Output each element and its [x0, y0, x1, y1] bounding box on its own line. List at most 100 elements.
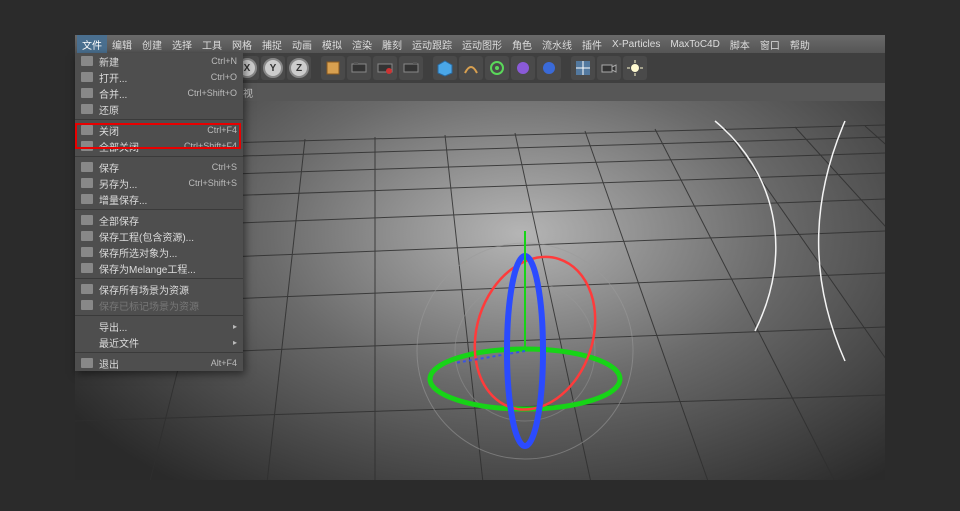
- menu-item-9[interactable]: 渲染: [347, 35, 377, 53]
- file-menu-item-10[interactable]: 增量保存...: [75, 191, 243, 207]
- menu-item-label: 保存所有场景为资源: [99, 282, 237, 297]
- menu-item-label: 最近文件: [99, 335, 229, 350]
- file-menu-item-6[interactable]: 全部关闭Ctrl+Shift+F4: [75, 138, 243, 154]
- menu-item-label: 保存为Melange工程...: [99, 261, 237, 276]
- menu-item-icon: [79, 102, 95, 116]
- file-menu-item-15[interactable]: 保存为Melange工程...: [75, 260, 243, 276]
- menu-item-5[interactable]: 网格: [227, 35, 257, 53]
- menu-item-icon: [79, 213, 95, 227]
- menu-item-shortcut: Ctrl+O: [211, 72, 237, 82]
- file-menu-item-14[interactable]: 保存所选对象为...: [75, 244, 243, 260]
- file-menu-item-20[interactable]: 导出...▸: [75, 318, 243, 334]
- menu-item-icon: [79, 335, 95, 349]
- camera-icon[interactable]: [597, 56, 621, 80]
- menu-item-icon: [79, 229, 95, 243]
- submenu-arrow-icon: ▸: [233, 338, 237, 347]
- menu-separator: [75, 119, 243, 120]
- menu-item-20[interactable]: 帮助: [785, 35, 815, 53]
- xyz-y-button[interactable]: Y: [261, 56, 285, 80]
- menu-item-label: 关闭: [99, 123, 207, 138]
- menu-item-label: 保存工程(包含资源)...: [99, 229, 237, 244]
- generator-icon[interactable]: [485, 56, 509, 80]
- menu-item-4[interactable]: 工具: [197, 35, 227, 53]
- menu-item-8[interactable]: 模拟: [317, 35, 347, 53]
- menu-bar: 文件编辑创建选择工具网格捕捉动画模拟渲染雕刻运动跟踪运动图形角色流水线插件X-P…: [75, 35, 885, 53]
- file-menu-item-23[interactable]: 退出Alt+F4: [75, 355, 243, 371]
- menu-item-icon: [79, 54, 95, 68]
- file-menu-item-2[interactable]: 合并...Ctrl+Shift+O: [75, 85, 243, 101]
- menu-item-icon: [79, 261, 95, 275]
- file-menu-item-1[interactable]: 打开...Ctrl+O: [75, 69, 243, 85]
- menu-item-19[interactable]: 窗口: [755, 35, 785, 53]
- menu-item-17[interactable]: MaxToC4D: [665, 35, 724, 53]
- menu-item-3[interactable]: 选择: [167, 35, 197, 53]
- menu-item-14[interactable]: 流水线: [537, 35, 577, 53]
- menu-item-icon: [79, 139, 95, 153]
- menu-item-13[interactable]: 角色: [507, 35, 537, 53]
- menu-item-label: 另存为...: [99, 176, 188, 191]
- floor-icon[interactable]: [571, 56, 595, 80]
- xyz-z-button[interactable]: Z: [287, 56, 311, 80]
- file-menu-item-5[interactable]: 关闭Ctrl+F4: [75, 122, 243, 138]
- menu-item-shortcut: Ctrl+Shift+F4: [184, 141, 237, 151]
- file-menu-dropdown: 新建Ctrl+N打开...Ctrl+O合并...Ctrl+Shift+O还原关闭…: [75, 53, 243, 371]
- cube-icon[interactable]: [321, 56, 345, 80]
- render-settings-icon[interactable]: [399, 56, 423, 80]
- primitive-cube-icon[interactable]: [433, 56, 457, 80]
- menu-item-2[interactable]: 创建: [137, 35, 167, 53]
- menu-item-icon: [79, 160, 95, 174]
- menu-item-shortcut: Alt+F4: [211, 358, 237, 368]
- menu-item-label: 保存所选对象为...: [99, 245, 237, 260]
- file-menu-item-0[interactable]: 新建Ctrl+N: [75, 53, 243, 69]
- render-icon[interactable]: [347, 56, 371, 80]
- menu-item-label: 保存: [99, 160, 212, 175]
- app-window: 文件编辑创建选择工具网格捕捉动画模拟渲染雕刻运动跟踪运动图形角色流水线插件X-P…: [75, 35, 885, 480]
- menu-item-7[interactable]: 动画: [287, 35, 317, 53]
- menu-separator: [75, 278, 243, 279]
- menu-item-label: 保存已标记场景为资源: [99, 298, 237, 313]
- file-menu-item-3[interactable]: 还原: [75, 101, 243, 117]
- spline-pen-icon[interactable]: [459, 56, 483, 80]
- file-menu-item-17[interactable]: 保存所有场景为资源: [75, 281, 243, 297]
- menu-item-18[interactable]: 脚本: [725, 35, 755, 53]
- menu-item-shortcut: Ctrl+Shift+S: [188, 178, 237, 188]
- render-region-icon[interactable]: [373, 56, 397, 80]
- menu-item-12[interactable]: 运动图形: [457, 35, 507, 53]
- menu-item-label: 全部关闭: [99, 139, 184, 154]
- light-icon[interactable]: [623, 56, 647, 80]
- menu-item-icon: [79, 298, 95, 312]
- file-menu-item-8[interactable]: 保存Ctrl+S: [75, 159, 243, 175]
- menu-item-10[interactable]: 雕刻: [377, 35, 407, 53]
- deformer-icon[interactable]: [511, 56, 535, 80]
- file-menu-item-12[interactable]: 全部保存: [75, 212, 243, 228]
- file-menu-item-21[interactable]: 最近文件 ▸: [75, 334, 243, 350]
- menu-item-1[interactable]: 编辑: [107, 35, 137, 53]
- menu-item-icon: [79, 86, 95, 100]
- file-menu-item-13[interactable]: 保存工程(包含资源)...: [75, 228, 243, 244]
- menu-item-15[interactable]: 插件: [577, 35, 607, 53]
- submenu-arrow-icon: ▸: [233, 322, 237, 331]
- menu-separator: [75, 352, 243, 353]
- environment-icon[interactable]: [537, 56, 561, 80]
- menu-item-label: 打开...: [99, 70, 211, 85]
- file-menu-item-9[interactable]: 另存为...Ctrl+Shift+S: [75, 175, 243, 191]
- menu-item-label: 增量保存...: [99, 192, 237, 207]
- menu-item-label: 全部保存: [99, 213, 237, 228]
- file-menu-item-18: 保存已标记场景为资源: [75, 297, 243, 313]
- menu-item-16[interactable]: X-Particles: [607, 35, 665, 53]
- menu-separator: [75, 315, 243, 316]
- menu-item-icon: [79, 245, 95, 259]
- menu-item-icon: [79, 123, 95, 137]
- menu-item-label: 退出: [99, 356, 211, 371]
- menu-item-icon: [79, 282, 95, 296]
- menu-item-icon: [79, 192, 95, 206]
- menu-separator: [75, 209, 243, 210]
- menu-item-shortcut: Ctrl+Shift+O: [187, 88, 237, 98]
- menu-item-icon: [79, 70, 95, 84]
- menu-item-shortcut: Ctrl+F4: [207, 125, 237, 135]
- menu-item-6[interactable]: 捕捉: [257, 35, 287, 53]
- menu-item-label: 还原: [99, 102, 237, 117]
- menu-item-0[interactable]: 文件: [77, 35, 107, 53]
- menu-item-11[interactable]: 运动跟踪: [407, 35, 457, 53]
- menu-item-icon: [79, 319, 95, 333]
